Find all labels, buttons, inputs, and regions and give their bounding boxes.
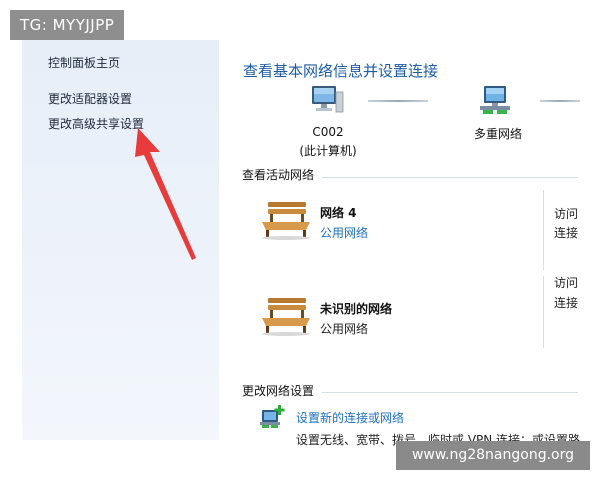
access-type-label: 访问	[554, 207, 579, 221]
network-map: C002 (此计算机) 多重网络	[240, 84, 600, 164]
active-network-item: 网络 4 公用网络	[258, 196, 548, 246]
connection-line	[368, 100, 428, 102]
tg-watermark: TG: MYYJJPP	[10, 10, 125, 40]
connections-label: 连接	[554, 226, 579, 240]
active-network-item: 未识别的网络 公用网络	[258, 292, 548, 342]
connection-line-to-internet	[540, 100, 580, 102]
network-name: 未识别的网络	[320, 302, 393, 316]
sidebar-link-control-panel-home[interactable]: 控制面板主页	[48, 54, 120, 71]
network-name: 网络 4	[320, 206, 357, 220]
connections-label: 连接	[554, 296, 579, 310]
setup-new-connection-link[interactable]: 设置新的连接或网络	[296, 409, 404, 426]
network-name-label[interactable]: 多重网络	[452, 125, 544, 142]
bench-public-network-icon	[262, 298, 310, 336]
section-divider	[322, 177, 578, 178]
section-divider	[322, 392, 578, 393]
computer-sub-label: (此计算机)	[299, 144, 357, 158]
network-icon	[480, 86, 510, 114]
site-watermark: www.ng28nangong.org	[396, 441, 590, 470]
active-networks-heading: 查看活动网络	[242, 168, 315, 182]
computer-icon	[312, 86, 344, 113]
change-settings-heading: 更改网络设置	[242, 384, 315, 398]
page-title: 查看基本网络信息并设置连接	[243, 62, 439, 80]
red-arrow-annotation	[135, 128, 196, 260]
bench-public-network-icon	[262, 202, 310, 240]
network-type-link[interactable]: 公用网络	[320, 224, 368, 241]
computer-name-label: C002	[312, 125, 344, 139]
network-type-label: 公用网络	[320, 322, 369, 336]
new-connection-icon	[260, 405, 285, 428]
sidebar-link-change-adapter-settings[interactable]: 更改适配器设置	[48, 90, 132, 107]
access-type-label: 访问	[554, 276, 579, 290]
